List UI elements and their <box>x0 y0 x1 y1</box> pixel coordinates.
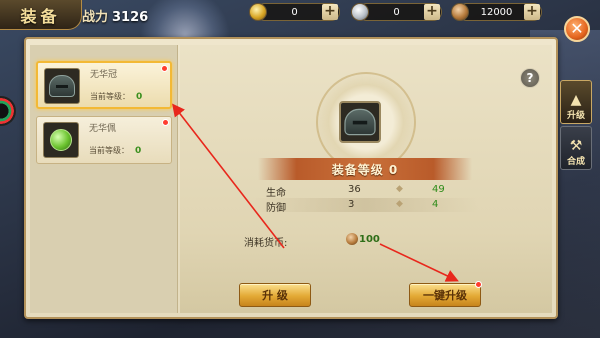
item-name: 无华冠 <box>90 70 118 80</box>
stat-current: 36 <box>348 184 361 195</box>
close-button[interactable]: ✕ <box>564 16 590 42</box>
add-gold-button[interactable]: + <box>322 4 338 20</box>
copper-coin-icon <box>346 233 358 245</box>
combat-power-label: 战力 <box>82 10 109 25</box>
helmet-icon <box>344 108 376 136</box>
one-click-upgrade-label: 一键升级 <box>423 289 467 302</box>
arrow-icon: ◆ <box>396 199 403 209</box>
stat-next: 4 <box>432 199 439 210</box>
page-title: 装备 <box>20 6 61 26</box>
notification-dot <box>162 119 169 126</box>
notification-dot <box>475 281 482 288</box>
one-click-upgrade-button[interactable]: 一键升级 <box>409 281 482 307</box>
equipment-item-helmet[interactable]: 无华冠 当前等级： 0 <box>36 61 172 109</box>
silver-ingot-icon <box>351 3 369 21</box>
page-title-plate: 装备 <box>0 0 82 30</box>
item-level-label: 当前等级： <box>90 92 130 101</box>
item-level: 当前等级： 0 <box>89 145 141 156</box>
help-icon[interactable]: ? <box>520 68 540 88</box>
helmet-icon <box>49 75 75 97</box>
tab-upgrade[interactable]: ▲ 升级 <box>560 80 592 124</box>
selected-equipment-slot <box>339 101 381 143</box>
currency-silver: 0 + <box>351 3 442 21</box>
stat-row-hp: 生命 36 ◆ 49 <box>252 183 478 199</box>
tab-label: 升级 <box>566 111 585 121</box>
currency-gold: 0 + <box>249 3 340 21</box>
tab-compose[interactable]: ⚒ 合成 <box>560 126 592 170</box>
stat-name: 生命 <box>266 188 286 199</box>
upgrade-arrow-icon: ▲ <box>570 92 582 108</box>
cost-label: 消耗货币: <box>244 238 288 249</box>
combat-power-value: 3126 <box>112 10 149 25</box>
upgrade-button[interactable]: 升 级 <box>239 283 311 307</box>
gold-ingot-icon <box>249 3 267 21</box>
cost-value: 100 <box>359 234 380 245</box>
currency-silver-value: 0 <box>393 6 400 18</box>
item-name: 无华佩 <box>89 124 117 134</box>
stat-name: 防御 <box>266 203 286 214</box>
tab-label: 合成 <box>566 157 585 167</box>
anvil-icon: ⚒ <box>569 138 583 154</box>
stat-row-defense: 防御 3 ◆ 4 <box>252 198 478 214</box>
add-silver-button[interactable]: + <box>424 4 440 20</box>
item-level-label: 当前等级： <box>89 146 129 155</box>
combat-power: 战力 3126 <box>82 6 148 25</box>
currency-gold-value: 0 <box>291 6 298 18</box>
add-copper-button[interactable]: + <box>524 4 540 20</box>
equipment-level-text: 装备等级 0 <box>331 162 399 177</box>
item-level-value: 0 <box>136 92 143 102</box>
jade-pendant-icon <box>50 129 72 151</box>
stat-next: 49 <box>432 184 445 195</box>
currency-copper-value: 12000 <box>480 6 513 18</box>
equipment-level-banner: 装备等级 0 <box>258 158 472 180</box>
item-slot <box>43 122 79 158</box>
arrow-icon: ◆ <box>396 184 403 194</box>
item-slot <box>44 68 80 104</box>
item-level: 当前等级： 0 <box>90 91 142 102</box>
copper-coin-icon <box>451 3 469 21</box>
notification-dot <box>161 65 168 72</box>
stat-current: 3 <box>348 199 355 210</box>
item-level-value: 0 <box>135 146 142 156</box>
equipment-item-pendant[interactable]: 无华佩 当前等级： 0 <box>36 116 172 164</box>
floating-menu-icon[interactable] <box>0 96 16 126</box>
currency-copper: 12000 + <box>451 3 542 21</box>
